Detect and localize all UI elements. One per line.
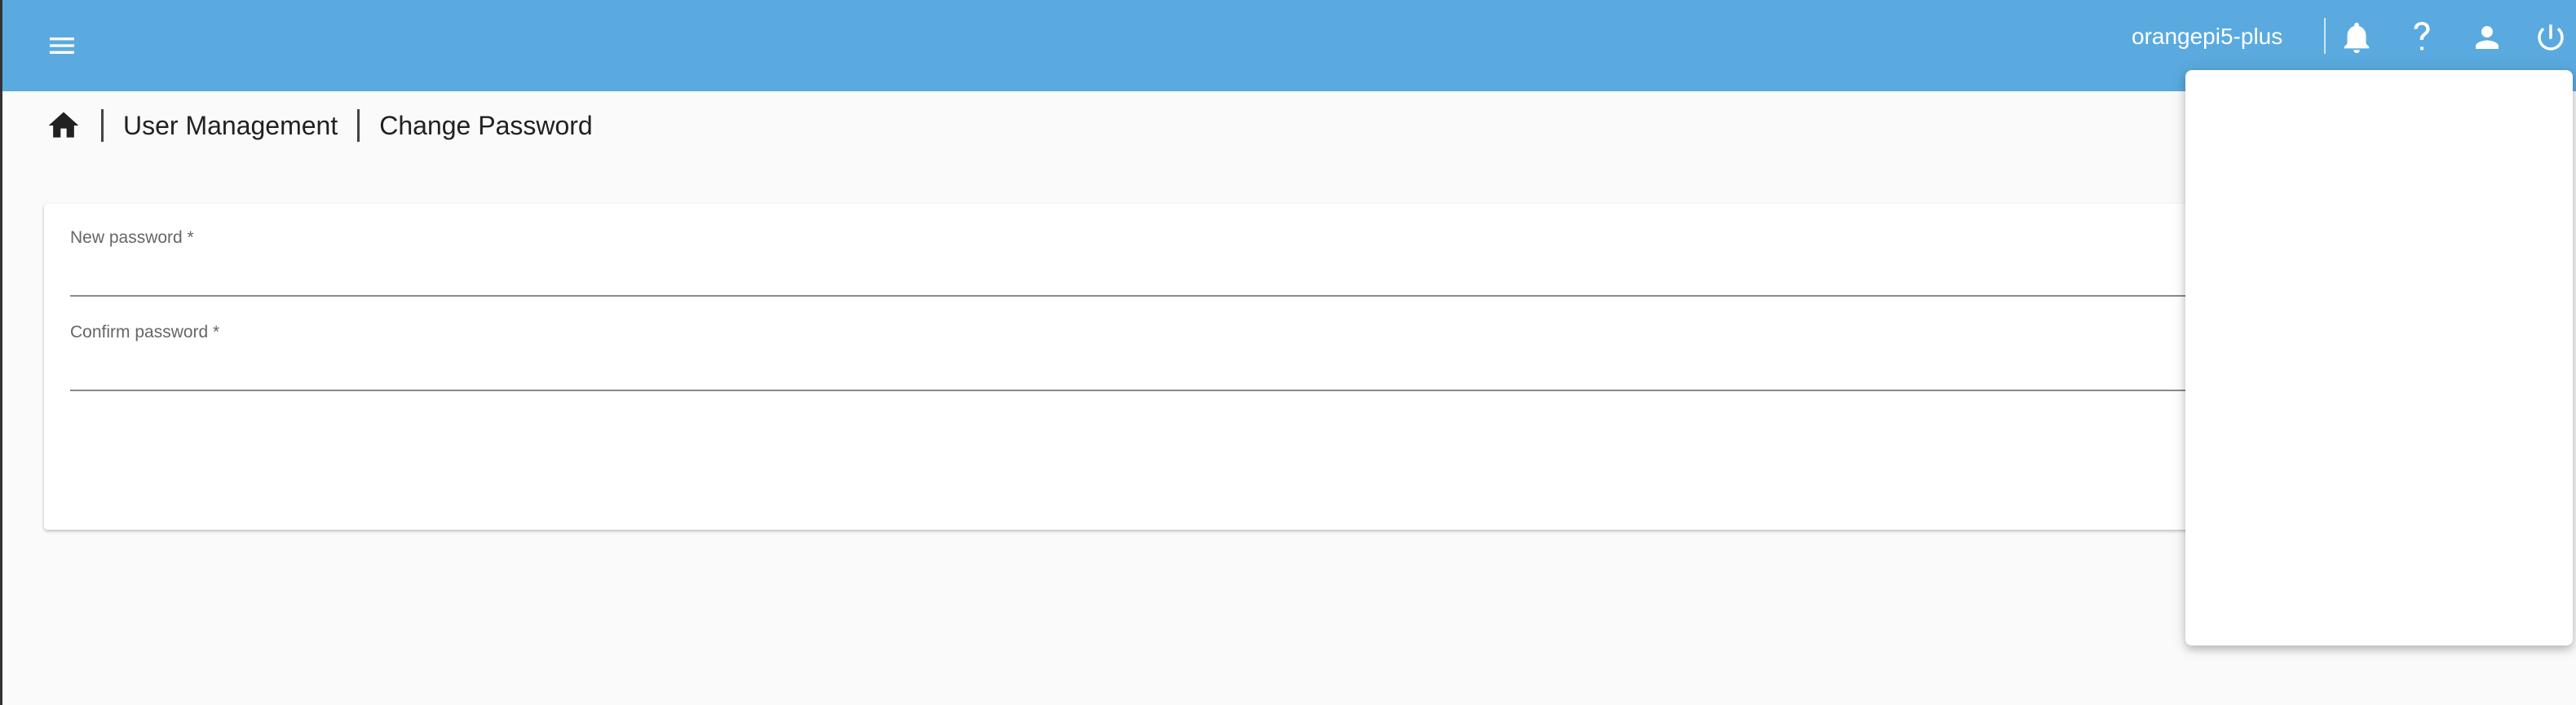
help-button[interactable] (2399, 15, 2445, 60)
confirm-password-field[interactable]: Confirm password * (70, 298, 2495, 391)
home-icon (48, 112, 79, 138)
user-menu (2185, 70, 2573, 646)
new-password-field[interactable]: New password * (70, 204, 2495, 297)
new-password-input[interactable] (70, 259, 2495, 292)
account-button[interactable] (2464, 15, 2510, 60)
logged-in-info (2185, 70, 2573, 143)
notifications-button[interactable] (2334, 15, 2379, 60)
host-name[interactable]: orangepi5-plus (2132, 23, 2282, 51)
breadcrumb-separator (357, 109, 360, 142)
account-icon (2476, 26, 2499, 49)
help-icon (2414, 21, 2430, 51)
topbar-divider (2324, 18, 2326, 54)
menu-icon (50, 37, 74, 54)
menu-toggle-button[interactable] (38, 21, 86, 70)
breadcrumb: User Management Change Password (46, 108, 593, 143)
power-button[interactable] (2528, 15, 2574, 60)
new-password-label: New password * (70, 228, 194, 247)
confirm-password-input[interactable] (70, 354, 2495, 386)
confirm-password-label: Confirm password * (70, 323, 220, 341)
breadcrumb-change-password: Change Password (379, 110, 593, 140)
window-left-edge (0, 0, 2, 705)
bell-icon (2344, 22, 2370, 54)
breadcrumb-user-management[interactable]: User Management (123, 111, 338, 141)
power-icon (2538, 24, 2564, 51)
home-button[interactable] (46, 108, 82, 143)
breadcrumb-separator (101, 109, 104, 142)
